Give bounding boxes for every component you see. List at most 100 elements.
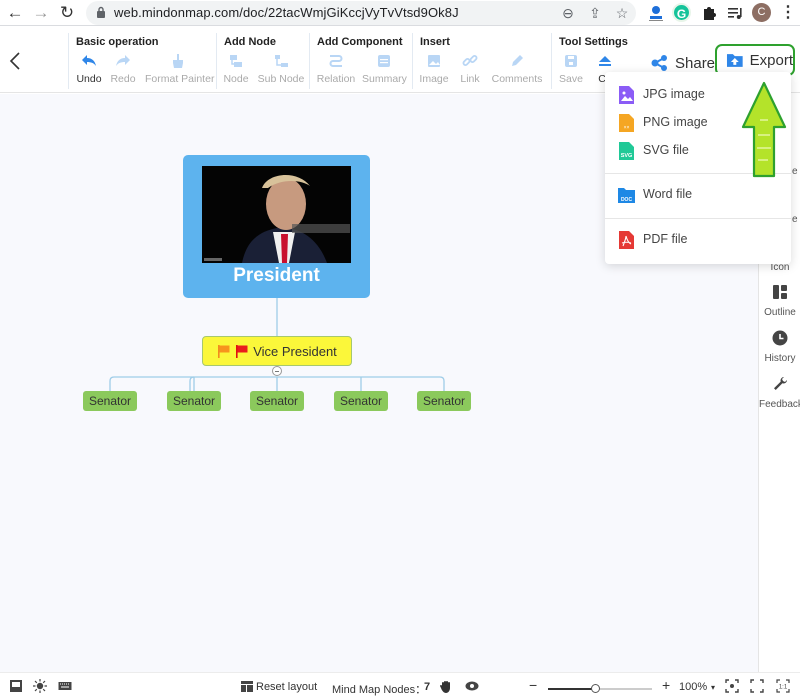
zoom-out-button[interactable]: −	[529, 677, 537, 693]
orange-flag-icon	[218, 345, 230, 358]
image-button[interactable]: Image	[419, 52, 449, 85]
sidebar-item-outline[interactable]: Outline	[759, 284, 800, 318]
group-basic-operation: Basic operation Undo Redo Format Painter	[68, 33, 216, 89]
group-insert: Insert Image Link Comments	[412, 33, 550, 89]
zoom-out-icon[interactable]: ⊖	[560, 5, 576, 21]
extension-icon[interactable]	[646, 3, 666, 23]
senator-node[interactable]: Senator	[83, 391, 137, 411]
svg-text:SVG: SVG	[621, 153, 633, 159]
more-menu-icon[interactable]: ⋮	[778, 3, 798, 23]
connector-leaves	[189, 376, 362, 391]
forward-icon[interactable]: →	[31, 3, 51, 23]
history-icon	[772, 330, 788, 346]
url-text[interactable]: web.mindonmap.com/doc/22tacWmjGiKccjVyTv…	[114, 5, 459, 20]
fit-center-icon[interactable]	[725, 679, 739, 693]
browser-toolbar: ← → ↻ web.mindonmap.com/doc/22tacWmjGiKc…	[0, 0, 800, 26]
node-count-label: Mind Map Nodes：	[332, 684, 427, 696]
annotation-up-arrow-icon	[741, 81, 787, 178]
group-title: Tool Settings	[559, 36, 628, 48]
group-title: Insert	[420, 36, 450, 48]
save-button[interactable]: Save	[558, 52, 584, 85]
theme-panel-icon[interactable]	[9, 679, 23, 693]
puzzle-extensions-icon[interactable]	[699, 3, 719, 23]
jpg-file-icon	[619, 86, 634, 104]
summary-button[interactable]: Summary	[362, 52, 407, 85]
word-file-icon: DOC	[618, 188, 635, 203]
node-count-value: 7	[424, 681, 431, 693]
back-icon[interactable]: ←	[5, 3, 25, 23]
svg-text:DOC: DOC	[621, 197, 633, 203]
node-photo	[202, 166, 351, 263]
keyboard-icon[interactable]	[58, 679, 72, 693]
sub-node-icon	[275, 55, 288, 67]
bookmark-star-icon[interactable]: ☆	[614, 5, 630, 21]
share-button[interactable]: Share	[651, 52, 715, 74]
root-node[interactable]: President	[183, 155, 370, 298]
export-pdf-item[interactable]: PDF file	[605, 227, 791, 253]
grammarly-icon[interactable]: G	[672, 3, 691, 22]
vice-president-node[interactable]: Vice President	[202, 336, 352, 366]
comments-icon	[512, 55, 523, 66]
reset-layout-icon[interactable]	[240, 679, 254, 693]
partial-label: e	[792, 166, 798, 177]
export-folder-icon	[726, 54, 743, 67]
outline-icon	[773, 285, 787, 299]
save-icon	[565, 55, 577, 67]
group-title: Basic operation	[76, 36, 159, 48]
address-bar[interactable]: web.mindonmap.com/doc/22tacWmjGiKccjVyTv…	[86, 1, 636, 25]
brightness-icon[interactable]	[33, 679, 47, 693]
format-painter-icon	[173, 54, 183, 68]
link-button[interactable]: Link	[457, 52, 483, 85]
senator-node[interactable]: Senator	[167, 391, 221, 411]
fullscreen-icon[interactable]	[750, 679, 764, 693]
back-chevron-icon[interactable]	[6, 49, 26, 73]
relation-button[interactable]: Relation	[316, 52, 356, 85]
summary-icon	[378, 55, 390, 67]
redo-button[interactable]: Redo	[110, 52, 136, 85]
export-word-item[interactable]: DOC Word file	[605, 182, 791, 208]
senator-node[interactable]: Senator	[250, 391, 304, 411]
collapse-icon	[599, 56, 611, 66]
vice-president-label: Vice President	[253, 343, 337, 359]
collapse-toggle[interactable]	[272, 366, 282, 376]
status-bar: Reset layout Mind Map Nodes： 7 − + 100% …	[0, 672, 800, 698]
pdf-file-icon	[619, 231, 634, 249]
zoom-in-button[interactable]: +	[662, 677, 670, 693]
zoom-slider-thumb[interactable]	[590, 684, 600, 693]
sidebar-item-feedback[interactable]: Feedback	[759, 376, 800, 410]
sub-node-button[interactable]: Sub Node	[257, 52, 305, 85]
undo-icon	[82, 55, 96, 66]
red-flag-icon	[236, 345, 248, 358]
hand-pan-icon[interactable]	[439, 679, 453, 693]
png-file-icon: ××	[619, 114, 634, 132]
senator-node[interactable]: Senator	[334, 391, 388, 411]
format-painter-button[interactable]: Format Painter	[145, 52, 214, 85]
svg-file-icon: SVG	[619, 142, 634, 160]
sidebar-item-history[interactable]: History	[759, 330, 800, 364]
zoom-slider-fill	[548, 688, 595, 690]
share-page-icon[interactable]: ⇪	[587, 5, 603, 21]
reload-icon[interactable]: ↻	[57, 3, 77, 23]
partial-label: e	[792, 214, 798, 225]
group-title: Add Component	[317, 36, 403, 48]
node-button[interactable]: Node	[223, 52, 249, 85]
svg-text:1:1: 1:1	[779, 685, 788, 691]
actual-size-icon[interactable]: 1:1	[776, 679, 790, 693]
senator-node[interactable]: Senator	[417, 391, 471, 411]
reading-list-icon[interactable]	[725, 3, 745, 23]
preview-eye-icon[interactable]	[465, 679, 479, 693]
zoom-level[interactable]: 100%	[679, 681, 707, 693]
profile-avatar[interactable]: C	[752, 3, 771, 22]
zoom-dropdown-icon[interactable]: ▾	[711, 683, 715, 692]
group-add-component: Add Component Relation Summary	[309, 33, 410, 89]
feedback-icon	[774, 377, 787, 390]
node-icon	[230, 55, 242, 67]
group-title: Add Node	[224, 36, 276, 48]
undo-button[interactable]: Undo	[76, 52, 102, 85]
menu-divider	[605, 218, 791, 219]
zoom-slider[interactable]	[548, 684, 652, 693]
lock-icon	[97, 6, 105, 18]
link-icon	[462, 55, 478, 66]
reset-layout-button[interactable]: Reset layout	[256, 681, 317, 693]
comments-button[interactable]: Comments	[491, 52, 543, 85]
